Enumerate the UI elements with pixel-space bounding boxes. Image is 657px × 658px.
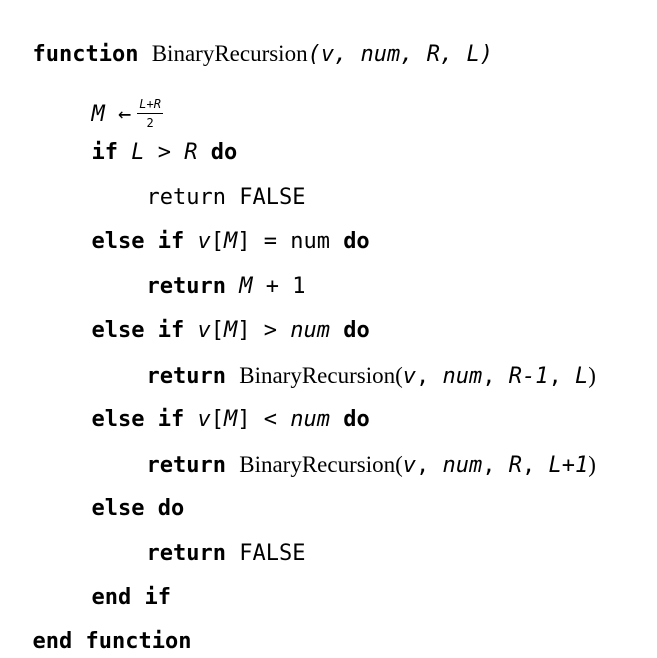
keyword-do: do bbox=[343, 229, 370, 254]
false-literal: FALSE bbox=[239, 541, 306, 566]
arg-r-minus-1: R-1 bbox=[508, 364, 549, 389]
comma: , bbox=[548, 364, 576, 389]
comma: , bbox=[482, 453, 509, 478]
paren-close: ) bbox=[588, 452, 596, 477]
keyword-if: if bbox=[91, 140, 119, 165]
arg-v: v bbox=[402, 453, 417, 478]
line-return-false-1: return FALSE bbox=[120, 150, 306, 210]
line-assign-m: M ← L+R 2 bbox=[65, 52, 163, 130]
comma: , bbox=[522, 453, 549, 478]
arg-l: L bbox=[575, 364, 589, 389]
arg-num: num bbox=[442, 453, 483, 478]
line-end-function: end function bbox=[6, 594, 192, 654]
comma: , bbox=[416, 453, 443, 478]
line-else-if-eq: else if v[M] = num do bbox=[65, 194, 370, 254]
arg-r: R bbox=[508, 453, 523, 478]
arg-num: num bbox=[442, 364, 483, 389]
keyword-end-function: end function bbox=[32, 629, 192, 654]
function-name: BinaryRecursion bbox=[151, 41, 308, 66]
line-return-false-2: return FALSE bbox=[120, 506, 306, 566]
line-else-do: else do bbox=[65, 461, 185, 521]
arg-v: v bbox=[402, 364, 417, 389]
arg-l-plus-1: L+1 bbox=[548, 453, 589, 478]
paren-open: ( bbox=[395, 363, 403, 388]
line-return-recursion-left: return BinaryRecursion(v, num, R-1, L) bbox=[120, 328, 596, 389]
line-return-m-plus-1: return M + 1 bbox=[120, 239, 306, 299]
line-else-if-gt: else if v[M] > num do bbox=[65, 283, 370, 343]
line-function-header: function BinaryRecursion(v, num, R, L) bbox=[6, 6, 494, 67]
line-else-if-lt: else if v[M] < num do bbox=[65, 372, 370, 432]
comma: , bbox=[416, 364, 443, 389]
paren-close: ) bbox=[588, 363, 596, 388]
line-end-if: end if bbox=[65, 550, 171, 610]
line-return-recursion-right: return BinaryRecursion(v, num, R, L+1) bbox=[120, 417, 596, 478]
paren-open: ( bbox=[395, 452, 403, 477]
function-name: BinaryRecursion bbox=[239, 452, 396, 477]
function-params: (v, num, R, L) bbox=[307, 42, 494, 67]
line-if-l-gt-r: if L > R do bbox=[65, 105, 238, 165]
comma: , bbox=[482, 364, 509, 389]
